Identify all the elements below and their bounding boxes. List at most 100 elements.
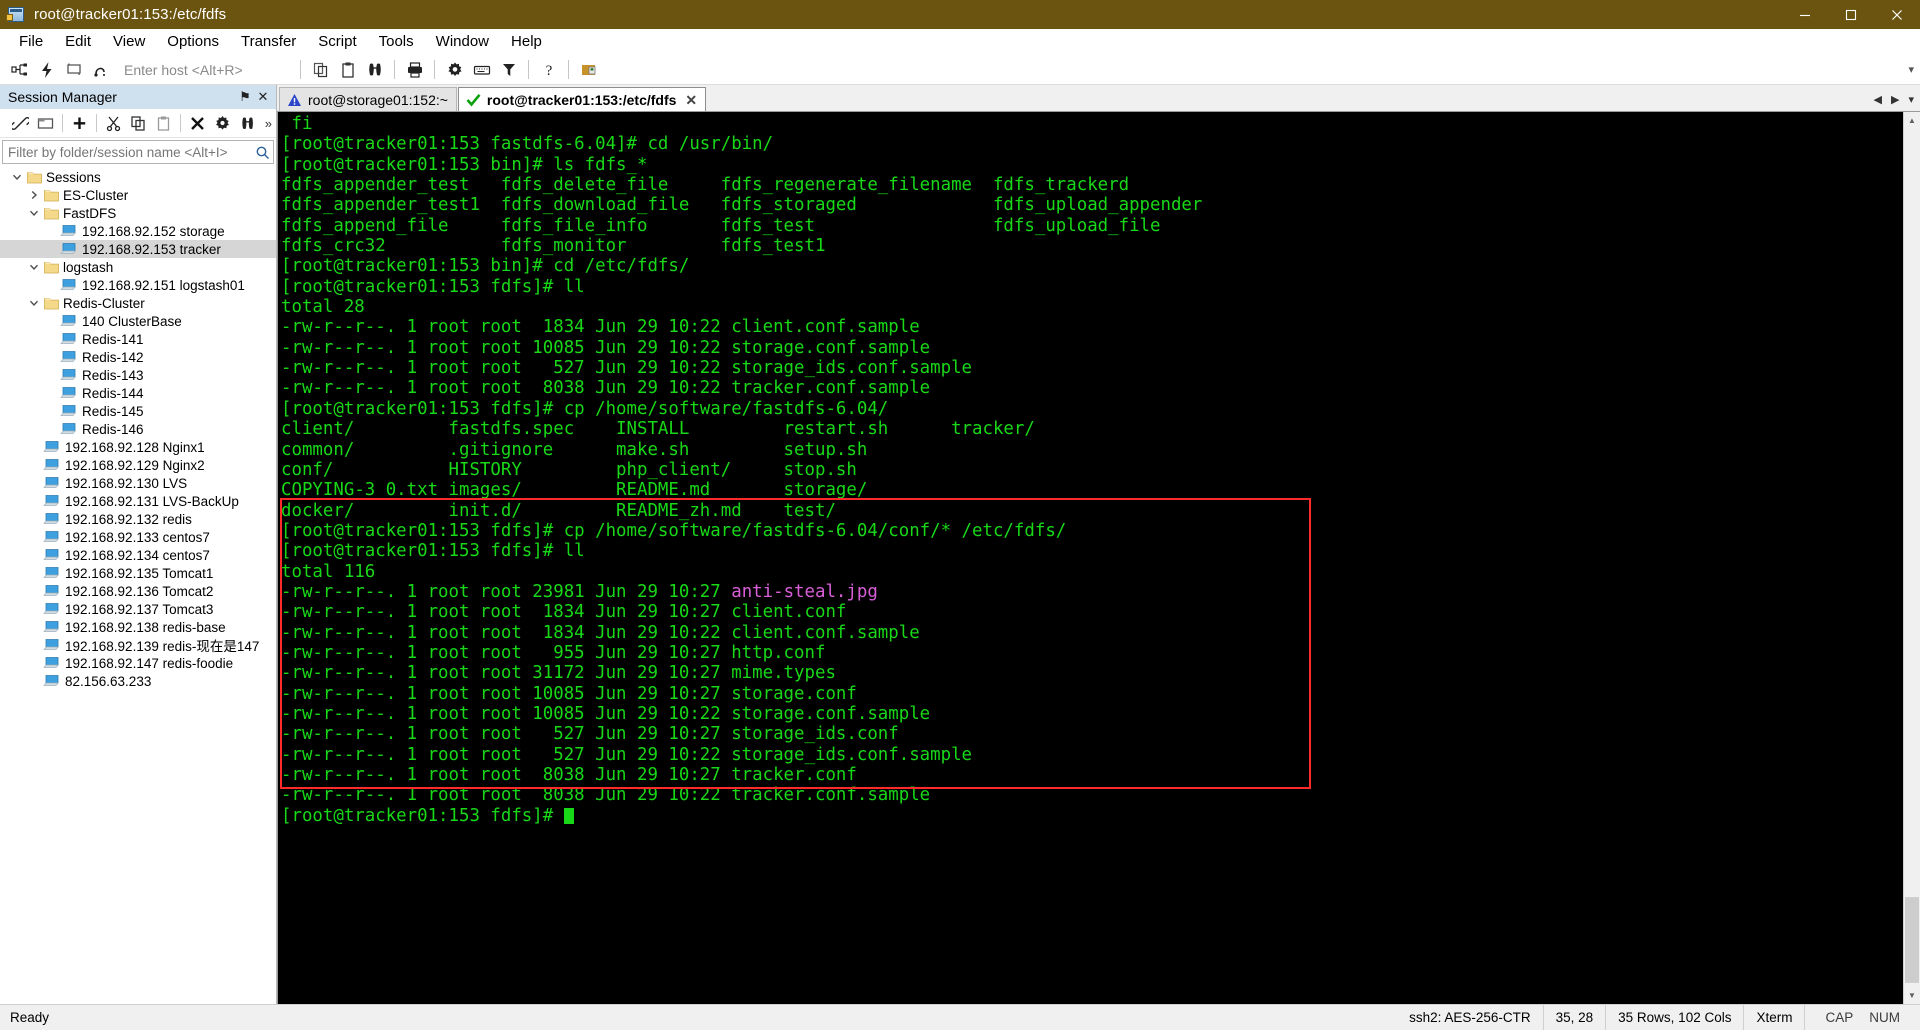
tree-item-session[interactable]: 192.168.92.129 Nginx2: [0, 456, 276, 474]
tree-item-session[interactable]: 192.168.92.135 Tomcat1: [0, 564, 276, 582]
close-button[interactable]: [1874, 0, 1920, 29]
delete-icon[interactable]: [185, 111, 210, 135]
computer-icon: [59, 240, 78, 258]
chevron-right-icon[interactable]: [25, 186, 42, 204]
terminal-text: fdfs_append_file fdfs_file_info fdfs_tes…: [281, 215, 1161, 236]
main-body: Session Manager ⚑ ✕ » Filter by folder/s…: [0, 85, 1920, 1004]
copy-icon[interactable]: [126, 111, 151, 135]
tree-item-session[interactable]: 192.168.92.130 LVS: [0, 474, 276, 492]
tree-item-label: Redis-143: [82, 367, 144, 383]
tree-item-session[interactable]: 192.168.92.137 Tomcat3: [0, 600, 276, 618]
menu-options[interactable]: Options: [156, 30, 230, 53]
chevron-down-icon[interactable]: [25, 258, 42, 276]
maximize-button[interactable]: [1828, 0, 1874, 29]
tree-item-session[interactable]: 192.168.92.139 redis-现在是147: [0, 636, 276, 654]
tree-item-folder[interactable]: Sessions: [0, 168, 276, 186]
menu-transfer[interactable]: Transfer: [230, 30, 307, 53]
computer-icon: [59, 312, 78, 330]
tree-item-session[interactable]: 192.168.92.138 redis-base: [0, 618, 276, 636]
find-icon[interactable]: [235, 111, 260, 135]
close-panel-icon[interactable]: ✕: [254, 87, 272, 107]
new-session-icon[interactable]: [67, 111, 92, 135]
filter-icon[interactable]: [495, 57, 522, 83]
tab-nav-next-icon[interactable]: ▶: [1891, 93, 1899, 106]
session-tree[interactable]: Sessions ES-Cluster FastDFS 192.168.92.152 …: [0, 166, 276, 1004]
tree-item-session[interactable]: Redis-145: [0, 402, 276, 420]
tree-item-session[interactable]: 192.168.92.152 storage: [0, 222, 276, 240]
find-icon[interactable]: [361, 57, 388, 83]
tree-item-session[interactable]: 140 ClusterBase: [0, 312, 276, 330]
minimize-button[interactable]: [1782, 0, 1828, 29]
tree-item-folder[interactable]: ES-Cluster: [0, 186, 276, 204]
tree-item-session[interactable]: 192.168.92.153 tracker: [0, 240, 276, 258]
tab-close-icon[interactable]: ✕: [685, 93, 697, 107]
tree-item-session[interactable]: Redis-141: [0, 330, 276, 348]
tree-item-folder[interactable]: logstash: [0, 258, 276, 276]
gear-icon[interactable]: [441, 57, 468, 83]
help-icon[interactable]: ?: [535, 57, 562, 83]
securecrt-logo-icon[interactable]: [575, 57, 602, 83]
tab-storage01[interactable]: root@storage01:152:~: [279, 87, 457, 111]
tree-item-session[interactable]: 192.168.92.132 redis: [0, 510, 276, 528]
menu-edit[interactable]: Edit: [54, 30, 102, 53]
paste-icon[interactable]: [334, 57, 361, 83]
chevron-down-icon[interactable]: [8, 168, 25, 186]
reconnect-icon[interactable]: [60, 57, 87, 83]
host-input[interactable]: Enter host <Alt+R>: [114, 62, 294, 78]
menu-view[interactable]: View: [102, 30, 156, 53]
tab-nav-menu-icon[interactable]: ▾: [1908, 93, 1914, 106]
toolbar-overflow-icon[interactable]: ▾: [1908, 63, 1914, 76]
chevron-down-icon[interactable]: [25, 204, 42, 222]
menu-file[interactable]: File: [8, 30, 54, 53]
new-session-icon[interactable]: [6, 57, 33, 83]
gear-icon[interactable]: [210, 111, 235, 135]
tree-item-session[interactable]: 192.168.92.147 redis-foodie: [0, 654, 276, 672]
menu-window[interactable]: Window: [425, 30, 500, 53]
terminal-text: -rw-r--r--. 1 root root 1834 Jun 29 10:2…: [281, 602, 847, 623]
tree-item-session[interactable]: 192.168.92.134 centos7: [0, 546, 276, 564]
terminal-cursor: [563, 807, 574, 824]
scrollbar-thumb[interactable]: [1905, 897, 1919, 983]
disconnect-icon[interactable]: [87, 57, 114, 83]
session-toolbar-overflow-icon[interactable]: »: [265, 116, 272, 131]
tree-item-session[interactable]: 192.168.92.136 Tomcat2: [0, 582, 276, 600]
terminal-scrollbar[interactable]: ▲ ▼: [1903, 112, 1920, 1004]
quick-connect-icon[interactable]: [33, 57, 60, 83]
print-icon[interactable]: [401, 57, 428, 83]
keymap-icon[interactable]: [468, 57, 495, 83]
pin-icon[interactable]: ⚑: [236, 87, 254, 107]
tree-item-folder[interactable]: Redis-Cluster: [0, 294, 276, 312]
tree-item-session[interactable]: Redis-142: [0, 348, 276, 366]
tree-item-session[interactable]: 192.168.92.131 LVS-BackUp: [0, 492, 276, 510]
tree-item-session[interactable]: Redis-146: [0, 420, 276, 438]
tree-item-folder[interactable]: FastDFS: [0, 204, 276, 222]
tree-item-session[interactable]: 192.168.92.133 centos7: [0, 528, 276, 546]
terminal-output[interactable]: fi [root@tracker01:153 fastdfs-6.04]# cd …: [278, 112, 1903, 1004]
tab-tracker01[interactable]: root@tracker01:153:/etc/fdfs ✕: [457, 87, 707, 111]
tree-item-label: Redis-141: [82, 331, 144, 347]
tree-item-session[interactable]: 192.168.92.151 logstash01: [0, 276, 276, 294]
tree-item-label: FastDFS: [63, 205, 117, 221]
connect-icon[interactable]: [8, 111, 33, 135]
connect-in-tab-icon[interactable]: [33, 111, 58, 135]
scroll-down-icon[interactable]: ▼: [1904, 987, 1920, 1004]
menu-help[interactable]: Help: [500, 30, 553, 53]
tree-item-label: 192.168.92.137 Tomcat3: [65, 601, 214, 617]
scroll-up-icon[interactable]: ▲: [1904, 112, 1920, 129]
session-filter-input[interactable]: [3, 143, 251, 161]
tree-item-session[interactable]: Redis-143: [0, 366, 276, 384]
terminal-line: fdfs_append_file fdfs_file_info fdfs_tes…: [281, 216, 1903, 236]
tree-item-label: ES-Cluster: [63, 187, 129, 203]
tree-item-session[interactable]: Redis-144: [0, 384, 276, 402]
cut-icon[interactable]: [101, 111, 126, 135]
menu-script[interactable]: Script: [307, 30, 367, 53]
tree-item-session[interactable]: 192.168.92.128 Nginx1: [0, 438, 276, 456]
tree-item-session[interactable]: 82.156.63.233: [0, 672, 276, 690]
scrollbar-track[interactable]: [1904, 129, 1920, 987]
chevron-down-icon[interactable]: [25, 294, 42, 312]
tab-nav-prev-icon[interactable]: ◀: [1874, 93, 1882, 106]
menu-tools[interactable]: Tools: [368, 30, 425, 53]
session-filter[interactable]: [2, 140, 274, 164]
paste-icon[interactable]: [151, 111, 176, 135]
copy-icon[interactable]: [307, 57, 334, 83]
